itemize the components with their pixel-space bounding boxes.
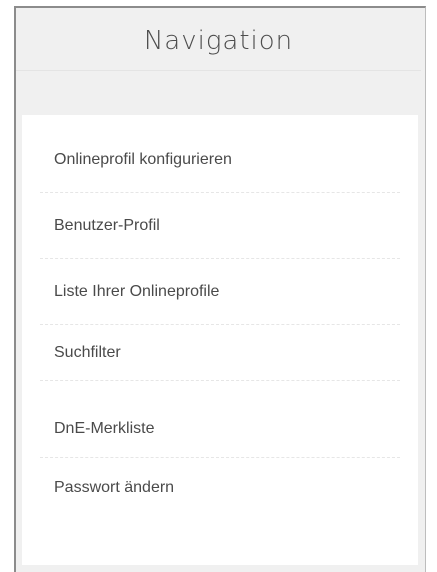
nav-item-passwort-aendern[interactable]: Passwort ändern [40, 458, 400, 518]
nav-item-label: Onlineprofil konfigurieren [54, 150, 232, 168]
navigation-title: Navigation [143, 26, 294, 56]
nav-item-onlineprofil-konfigurieren[interactable]: Onlineprofil konfigurieren [40, 127, 400, 193]
navigation-list: Onlineprofil konfigurieren Benutzer-Prof… [40, 127, 400, 518]
nav-item-label: Benutzer-Profil [54, 216, 160, 234]
nav-item-label: Suchfilter [54, 343, 121, 361]
nav-item-label: Passwort ändern [54, 479, 175, 496]
navigation-header: Navigation [16, 8, 421, 71]
nav-item-benutzer-profil[interactable]: Benutzer-Profil [40, 193, 400, 259]
navigation-widget: Navigation Onlineprofil konfigurieren Be… [14, 6, 426, 572]
nav-item-label: DnE-Merkliste [54, 420, 155, 437]
nav-item-dne-merkliste[interactable]: DnE-Merkliste [40, 401, 400, 458]
navigation-panel: Onlineprofil konfigurieren Benutzer-Prof… [22, 115, 418, 565]
nav-item-label: Liste Ihrer Onlineprofile [54, 282, 220, 300]
nav-item-liste-onlineprofile[interactable]: Liste Ihrer Onlineprofile [40, 259, 400, 325]
nav-item-suchfilter[interactable]: Suchfilter [40, 325, 400, 381]
